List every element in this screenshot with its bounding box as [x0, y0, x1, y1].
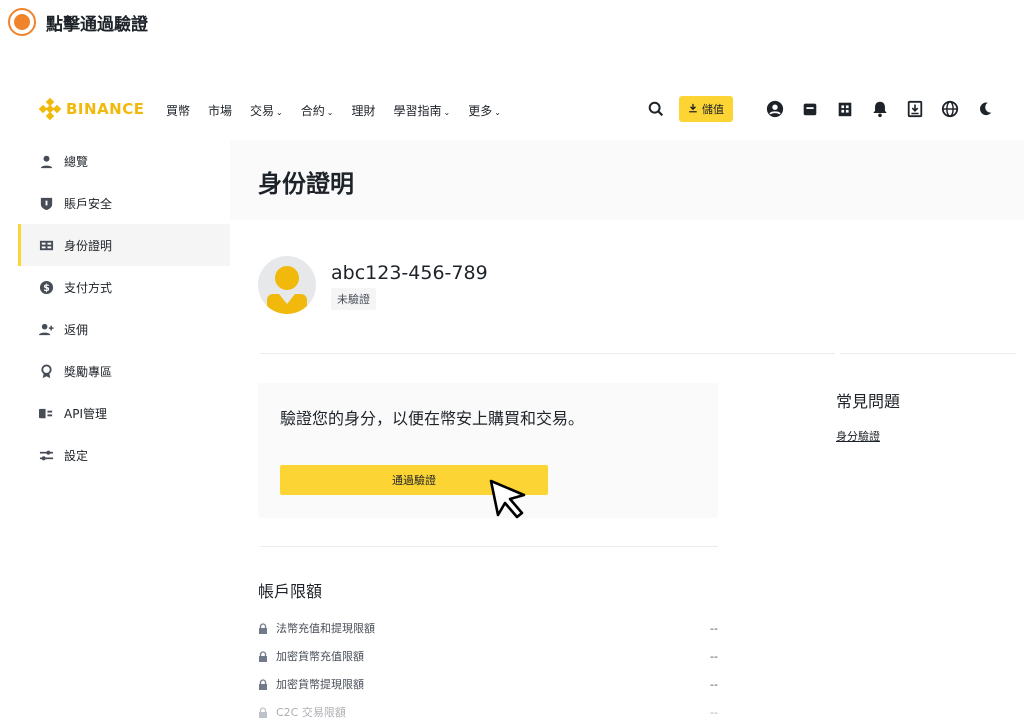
sidebar-item-overview[interactable]: 總覽 [18, 140, 230, 182]
chevron-down-icon: ⌄ [276, 108, 283, 117]
deposit-button[interactable]: 儲值 [679, 96, 733, 122]
globe-icon[interactable] [939, 98, 961, 120]
verification-status-badge: 未驗證 [331, 288, 376, 310]
nav-item-markets[interactable]: 市場 [208, 102, 232, 119]
sidebar-item-payment[interactable]: $ 支付方式 [18, 266, 230, 308]
bell-icon[interactable] [869, 98, 891, 120]
user-id: abc123-456-789 [331, 262, 488, 284]
profile-summary: abc123-456-789 未驗證 [258, 256, 488, 314]
nav-item-trade[interactable]: 交易 ⌄ [250, 102, 283, 119]
wallet-icon[interactable] [799, 98, 821, 120]
divider [840, 353, 1016, 354]
limit-row: C2C 交易限額 -- [258, 698, 720, 726]
lock-icon [259, 678, 267, 690]
faq-title: 常見問題 [836, 392, 901, 411]
nav-item-more[interactable]: 更多 ⌄ [468, 102, 501, 119]
account-limits: 帳戶限額 法幣充值和提現限額 -- 加密貨幣充值限額 -- 加密貨幣提現限額 -… [258, 578, 720, 726]
faq-link-identity-verification[interactable]: 身分驗證 [836, 428, 900, 444]
top-navigation: BINANCE 買幣 市場 交易 ⌄ 合約 ⌄ 理財 學習指南 ⌄ 更多 ⌄ 儲值 [0, 90, 1024, 130]
chevron-down-icon: ⌄ [494, 108, 501, 117]
limit-row: 加密貨幣提現限額 -- [258, 670, 720, 698]
step-banner: 點擊通過驗證 [8, 8, 148, 36]
divider [260, 353, 835, 354]
chevron-down-icon: ⌄ [326, 108, 334, 117]
step-title: 點擊通過驗證 [46, 14, 148, 35]
sidebar-item-settings[interactable]: 設定 [18, 434, 230, 476]
brand-name: BINANCE [66, 100, 145, 118]
user-plus-icon [38, 321, 54, 337]
limits-title: 帳戶限額 [258, 582, 323, 601]
app-download-icon[interactable] [904, 98, 926, 120]
lock-icon [259, 706, 267, 718]
sidebar-item-identification[interactable]: 身份證明 [18, 224, 230, 266]
faq-section: 常見問題 身分驗證 [836, 388, 900, 444]
api-icon [38, 405, 54, 421]
download-icon [688, 103, 698, 116]
limit-row: 加密貨幣充值限額 -- [258, 642, 720, 670]
sidebar-item-rewards[interactable]: 獎勵專區 [18, 350, 230, 392]
orders-icon[interactable] [834, 98, 856, 120]
moon-icon[interactable] [974, 98, 996, 120]
id-card-icon [38, 237, 54, 253]
nav-actions: 儲值 [632, 96, 996, 122]
binance-logo-icon [38, 97, 62, 121]
page-header: 身份證明 [230, 140, 1024, 220]
sidebar-item-security[interactable]: 賬戶安全 [18, 182, 230, 224]
user-icon[interactable] [764, 98, 786, 120]
lock-icon [259, 622, 267, 634]
nav-item-futures[interactable]: 合約 ⌄ [301, 102, 334, 119]
nav-item-buy-crypto[interactable]: 買幣 [166, 102, 190, 119]
main-menu: 買幣 市場 交易 ⌄ 合約 ⌄ 理財 學習指南 ⌄ 更多 ⌄ [166, 102, 519, 119]
user-icon [38, 153, 54, 169]
sidebar: 總覽 賬戶安全 身份證明 $ 支付方式 返佣 獎勵專區 API管理 設定 [18, 140, 230, 476]
step-indicator-icon [8, 8, 36, 36]
nav-item-earn[interactable]: 理財 [351, 102, 375, 119]
sliders-icon [38, 447, 54, 463]
dollar-icon: $ [38, 279, 54, 295]
lock-icon [259, 650, 267, 662]
mouse-cursor-icon [488, 478, 530, 520]
svg-text:$: $ [43, 282, 50, 293]
verification-message: 驗證您的身分，以便在幣安上購買和交易。 [280, 409, 585, 428]
brand-logo[interactable]: BINANCE [38, 97, 145, 121]
page-title: 身份證明 [258, 170, 354, 198]
nav-item-learn[interactable]: 學習指南 ⌄ [393, 102, 450, 119]
search-icon[interactable] [645, 98, 667, 120]
divider [260, 546, 718, 547]
award-icon [38, 363, 54, 379]
shield-icon [38, 195, 54, 211]
avatar [258, 256, 316, 314]
sidebar-item-referral[interactable]: 返佣 [18, 308, 230, 350]
sidebar-item-api[interactable]: API管理 [18, 392, 230, 434]
chevron-down-icon: ⌄ [443, 108, 451, 117]
limit-row: 法幣充值和提現限額 -- [258, 614, 720, 642]
